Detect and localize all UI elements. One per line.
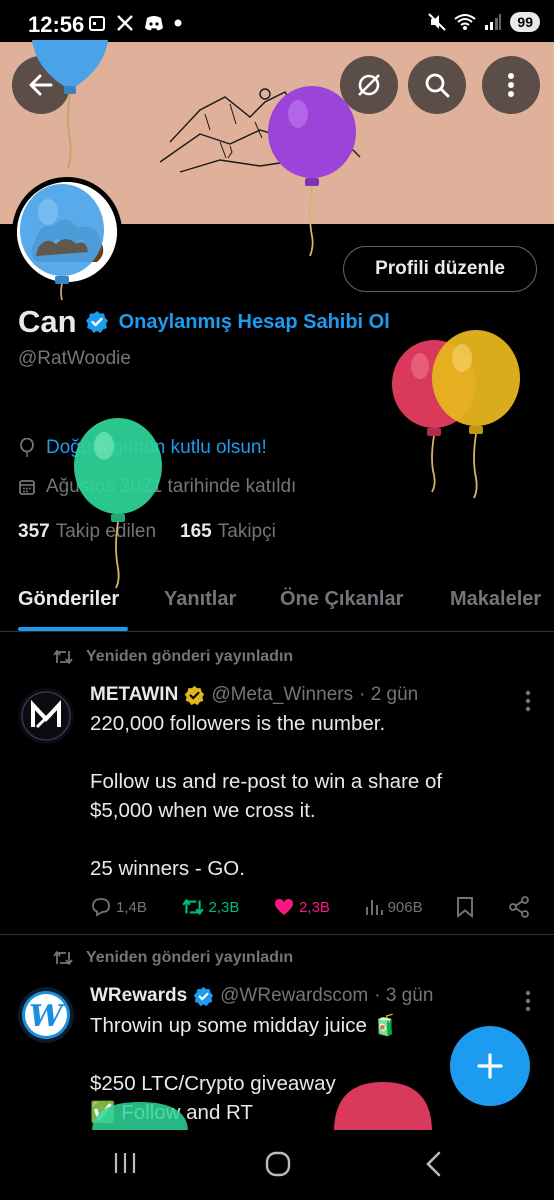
mute-icon [358, 74, 380, 96]
like-icon [275, 899, 294, 915]
repost-label: Yeniden gönderi yayınladın [86, 949, 294, 966]
share-button[interactable] [508, 896, 530, 918]
post-avatar[interactable] [18, 688, 74, 744]
views-icon [365, 900, 383, 915]
profile-tabs: Gönderiler Yanıtlar Öne Çıkanlar Makalel… [0, 570, 554, 632]
avatar-image [17, 182, 117, 282]
active-tab-indicator [18, 627, 128, 631]
repost-indicator: Yeniden gönderi yayınladın [52, 648, 293, 666]
post-text: Throwin up some midday juice 🧃 $250 LTC/… [90, 1014, 399, 1124]
compose-plus-icon [477, 1053, 503, 1079]
back-button[interactable] [12, 56, 70, 114]
reply-count: 1,4B [116, 898, 147, 916]
following-label: Takip edilen [55, 521, 157, 542]
verified-badge-icon [194, 986, 214, 1006]
verified-badge-icon [85, 311, 108, 333]
search-button[interactable] [408, 56, 466, 114]
recent-apps-icon[interactable] [112, 1150, 138, 1176]
calendar-notification-icon [89, 16, 105, 31]
followers-count: 165 [180, 521, 212, 542]
profile-avatar[interactable] [12, 177, 122, 287]
tab-posts[interactable]: Gönderiler [18, 588, 119, 611]
dot-icon [174, 19, 182, 27]
status-time: 12:56 [28, 12, 85, 37]
share-icon [509, 896, 529, 918]
more-vertical-icon [508, 73, 514, 97]
joined-text: Ağustos 2021 tarihinde katıldı [46, 476, 297, 497]
post-author-name[interactable]: WRewards [90, 985, 187, 1007]
wifi-icon [454, 14, 477, 30]
get-verified-link[interactable]: Onaylanmış Hesap Sahibi Ol [119, 311, 390, 334]
repost-label: Yeniden gönderi yayınladın [86, 648, 294, 665]
battery-indicator: 99 [510, 12, 540, 32]
views-button[interactable]: 906B [364, 897, 423, 917]
display-name: Can [18, 304, 77, 339]
svg-text:W: W [29, 999, 66, 1034]
home-icon[interactable] [264, 1150, 292, 1178]
repost-indicator: Yeniden gönderi yayınladın [52, 949, 293, 967]
post-more-icon[interactable] [524, 690, 532, 712]
post-author-handle[interactable]: @WRewardscom [220, 985, 368, 1007]
reply-icon [92, 898, 110, 917]
mute-button[interactable] [340, 56, 398, 114]
back-nav-icon[interactable] [424, 1150, 444, 1178]
system-navigation-bar [0, 1130, 554, 1200]
compose-button[interactable] [450, 1026, 530, 1106]
edit-profile-button[interactable]: Profili düzenle [343, 246, 537, 292]
search-icon [425, 73, 450, 98]
birthday-row: Doğum günün kutlu olsun! [18, 437, 267, 459]
post-avatar[interactable]: W [18, 987, 74, 1043]
tab-articles[interactable]: Makaleler [450, 588, 541, 611]
repost-icon [53, 650, 73, 664]
like-button[interactable]: 2,3B [273, 897, 330, 917]
post-author-name[interactable]: METAWIN [90, 684, 178, 706]
repost-icon [181, 899, 204, 915]
post-time: · 2 gün [359, 684, 419, 705]
balloon-decoration [432, 330, 520, 499]
calendar-icon [19, 480, 35, 495]
views-count: 906B [387, 898, 423, 916]
post-divider [0, 934, 554, 935]
more-options-button[interactable] [482, 56, 540, 114]
birthday-text: Doğum günün kutlu olsun! [46, 437, 267, 458]
back-arrow-icon [29, 74, 53, 96]
post-text: 220,000 followers is the number. Follow … [90, 712, 443, 880]
bookmark-button[interactable] [456, 896, 474, 918]
mute-status-icon [428, 13, 447, 31]
repost-icon [53, 951, 73, 965]
post-header: WRewards @WRewardscom · 3 gün [90, 985, 433, 1007]
signal-icon [485, 14, 502, 30]
repost-button[interactable]: 2,3B [181, 897, 240, 917]
post-more-icon[interactable] [524, 990, 532, 1012]
following-link[interactable]: 357 Takip edilen [18, 521, 156, 543]
bookmark-icon [457, 897, 474, 918]
wrewards-logo-icon: W [18, 987, 74, 1043]
notification-icons [88, 14, 182, 32]
post-author-handle[interactable]: @Meta_Winners [211, 684, 353, 706]
following-count: 357 [18, 521, 50, 542]
followers-link[interactable]: 165 Takipçi [180, 521, 276, 543]
repost-count: 2,3B [208, 898, 240, 916]
tab-highlights[interactable]: Öne Çıkanlar [280, 588, 403, 611]
follow-stats: 357 Takip edilen 165 Takipçi [18, 521, 276, 543]
discord-icon [145, 16, 163, 31]
post-actions: 1,4B 2,3B 2,3B 906B [90, 896, 530, 918]
balloon-icon [20, 438, 34, 457]
tab-replies[interactable]: Yanıtlar [164, 588, 236, 611]
system-icons: 99 [428, 12, 540, 32]
balloon-decoration [392, 340, 476, 493]
post-header: METAWIN @Meta_Winners · 2 gün [90, 684, 418, 706]
gold-verified-badge-icon [185, 685, 205, 705]
user-handle: @RatWoodie [18, 348, 131, 369]
followers-label: Takipçi [217, 521, 276, 542]
x-logo-icon [117, 15, 133, 31]
status-bar: 12:56 99 [0, 0, 554, 46]
profile-name-row: Can Onaylanmış Hesap Sahibi Ol [18, 304, 390, 340]
joined-row: Ağustos 2021 tarihinde katıldı [18, 476, 296, 498]
post-time: · 3 gün [374, 985, 434, 1006]
metawin-logo-icon [18, 688, 74, 744]
reply-button[interactable]: 1,4B [90, 897, 147, 917]
like-count: 2,3B [299, 898, 330, 916]
